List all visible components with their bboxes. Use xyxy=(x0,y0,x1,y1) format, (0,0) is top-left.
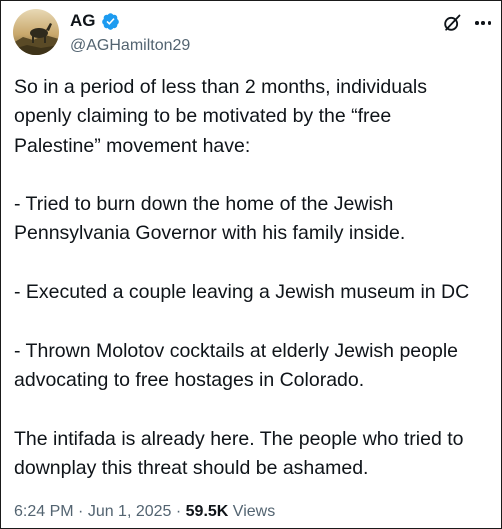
tweet-line: - Tried to burn down the home of the Jew… xyxy=(14,193,394,216)
tweet-card: AG @AGHamilton29 So in a period of less … xyxy=(0,0,502,529)
tweet-line: The intifada is already here. The people… xyxy=(14,427,464,450)
author-name[interactable]: AG xyxy=(70,10,96,32)
more-dot xyxy=(475,21,479,25)
grok-icon[interactable] xyxy=(442,13,462,33)
tweet-line: advocating to free hostages in Colorado. xyxy=(14,368,365,391)
tweet-paragraph: So in a period of less than 2 months, in… xyxy=(14,73,500,161)
views-count[interactable]: 59.5K xyxy=(186,503,229,520)
tweet-line: - Thrown Molotov cocktails at elderly Je… xyxy=(14,339,459,362)
tweet-line: Pennsylvania Governor with his family in… xyxy=(14,222,406,245)
tweet-meta: 6:24 PM · Jun 1, 2025 · 59.5K Views xyxy=(14,501,275,523)
tweet-line: - Executed a couple leaving a Jewish mus… xyxy=(14,281,470,304)
meta-separator: · xyxy=(73,503,88,520)
more-options-icon[interactable] xyxy=(473,13,493,33)
tweet-line: Palestine” movement have: xyxy=(14,134,251,157)
tweet-paragraph: - Executed a couple leaving a Jewish mus… xyxy=(14,278,500,307)
author-handle[interactable]: @AGHamilton29 xyxy=(70,35,190,57)
author-name-row[interactable]: AG xyxy=(70,10,120,32)
avatar-photo xyxy=(13,9,59,55)
tweet-paragraph: - Thrown Molotov cocktails at elderly Je… xyxy=(14,337,500,396)
avatar[interactable] xyxy=(13,9,59,55)
tweet-line: So in a period of less than 2 months, in… xyxy=(14,76,427,98)
verified-badge-icon xyxy=(101,12,119,30)
tweet-paragraph: - Tried to burn down the home of the Jew… xyxy=(14,190,500,249)
tweet-text: So in a period of less than 2 months, in… xyxy=(14,73,500,483)
more-dot xyxy=(481,21,485,25)
tweet-line: downplay this threat should be ashamed. xyxy=(14,456,369,479)
meta-separator: · xyxy=(171,503,186,520)
views-label: Views xyxy=(228,503,276,520)
tweet-paragraph: The intifada is already here. The people… xyxy=(14,425,500,484)
tweet-date[interactable]: Jun 1, 2025 xyxy=(88,503,172,520)
tweet-time[interactable]: 6:24 PM xyxy=(14,503,74,520)
tweet-line: openly claiming to be motivated by the “… xyxy=(14,105,392,128)
more-dot xyxy=(487,21,491,25)
